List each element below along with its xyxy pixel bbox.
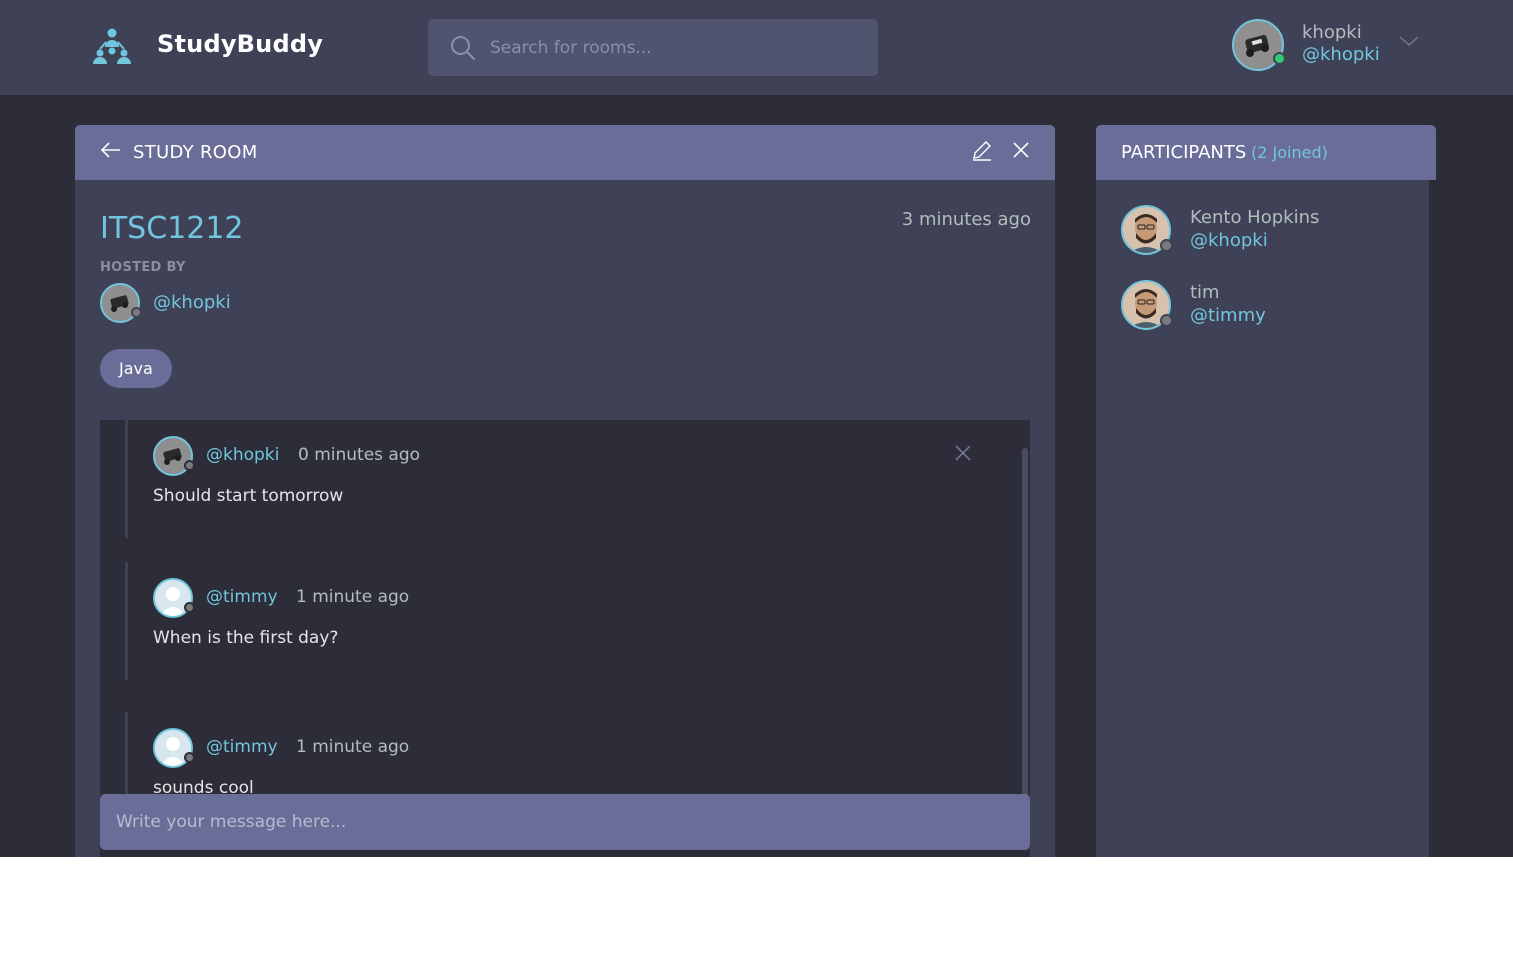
brand-name[interactable]: StudyBuddy (157, 30, 323, 58)
message-input[interactable] (100, 794, 1030, 850)
participants-header: PARTICIPANTS (2 Joined) (1096, 125, 1436, 180)
participant-item[interactable]: tim @timmy (1121, 280, 1421, 332)
online-status-dot (1273, 52, 1286, 65)
participant-item[interactable]: Kento Hopkins @khopki (1121, 205, 1421, 257)
participant-handle[interactable]: @timmy (1190, 305, 1266, 326)
room-name: ITSC1212 (100, 211, 244, 246)
participants-panel: PARTICIPANTS (2 Joined) Kento Hopkins @k… (1096, 125, 1436, 857)
search-input[interactable] (490, 19, 860, 76)
close-room-icon[interactable] (1011, 140, 1031, 160)
room-panel: STUDY ROOM ITSC1212 3 minutes ago HOSTED… (75, 125, 1055, 857)
message-composer[interactable] (100, 794, 1030, 850)
hosted-by-label: HOSTED BY (100, 260, 186, 275)
status-dot (184, 602, 195, 613)
host-status-dot (131, 307, 142, 318)
delete-message-icon[interactable] (955, 445, 971, 461)
room-header-title: STUDY ROOM (133, 142, 258, 163)
search-icon (451, 36, 475, 60)
participants-count: (2 Joined) (1251, 143, 1328, 162)
room-created-time: 3 minutes ago (901, 209, 1031, 230)
message-author[interactable]: @timmy (206, 587, 278, 607)
participant-name: tim (1190, 282, 1220, 303)
message-time: 1 minute ago (296, 587, 410, 607)
message-time: 1 minute ago (296, 737, 410, 757)
chevron-down-icon[interactable] (1398, 30, 1420, 52)
search-bar[interactable] (428, 19, 878, 76)
participant-name: Kento Hopkins (1190, 207, 1320, 228)
room-header: STUDY ROOM (75, 125, 1055, 180)
message-body: When is the first day? (153, 628, 339, 648)
participants-title: PARTICIPANTS (1121, 142, 1247, 163)
top-navbar: StudyBuddy khopki @khopki (0, 0, 1513, 95)
host-handle[interactable]: @khopki (153, 292, 231, 313)
topic-tag[interactable]: Java (100, 349, 172, 388)
logo-icon[interactable] (90, 26, 134, 70)
user-handle[interactable]: @khopki (1302, 44, 1380, 65)
status-dot (184, 752, 195, 763)
message-author[interactable]: @khopki (206, 445, 279, 465)
message-body: Should start tomorrow (153, 486, 344, 506)
status-dot (184, 460, 195, 471)
message-item: @khopki 0 minutes ago Should start tomor… (125, 420, 1005, 538)
scrollbar[interactable] (1022, 448, 1028, 808)
message-author[interactable]: @timmy (206, 737, 278, 757)
message-item: @timmy 1 minute ago When is the first da… (125, 562, 1005, 680)
participant-handle[interactable]: @khopki (1190, 230, 1268, 251)
user-name[interactable]: khopki (1302, 22, 1362, 43)
conversation-thread[interactable]: @khopki 0 minutes ago Should start tomor… (100, 420, 1030, 857)
back-arrow-icon[interactable] (99, 139, 123, 163)
participant-status-dot (1160, 239, 1173, 252)
participants-list: Kento Hopkins @khopki tim @timmy (1096, 180, 1429, 857)
participant-status-dot (1160, 314, 1173, 327)
app-window: StudyBuddy khopki @khopki (0, 0, 1513, 857)
message-time: 0 minutes ago (298, 445, 421, 465)
edit-icon[interactable] (971, 139, 993, 161)
